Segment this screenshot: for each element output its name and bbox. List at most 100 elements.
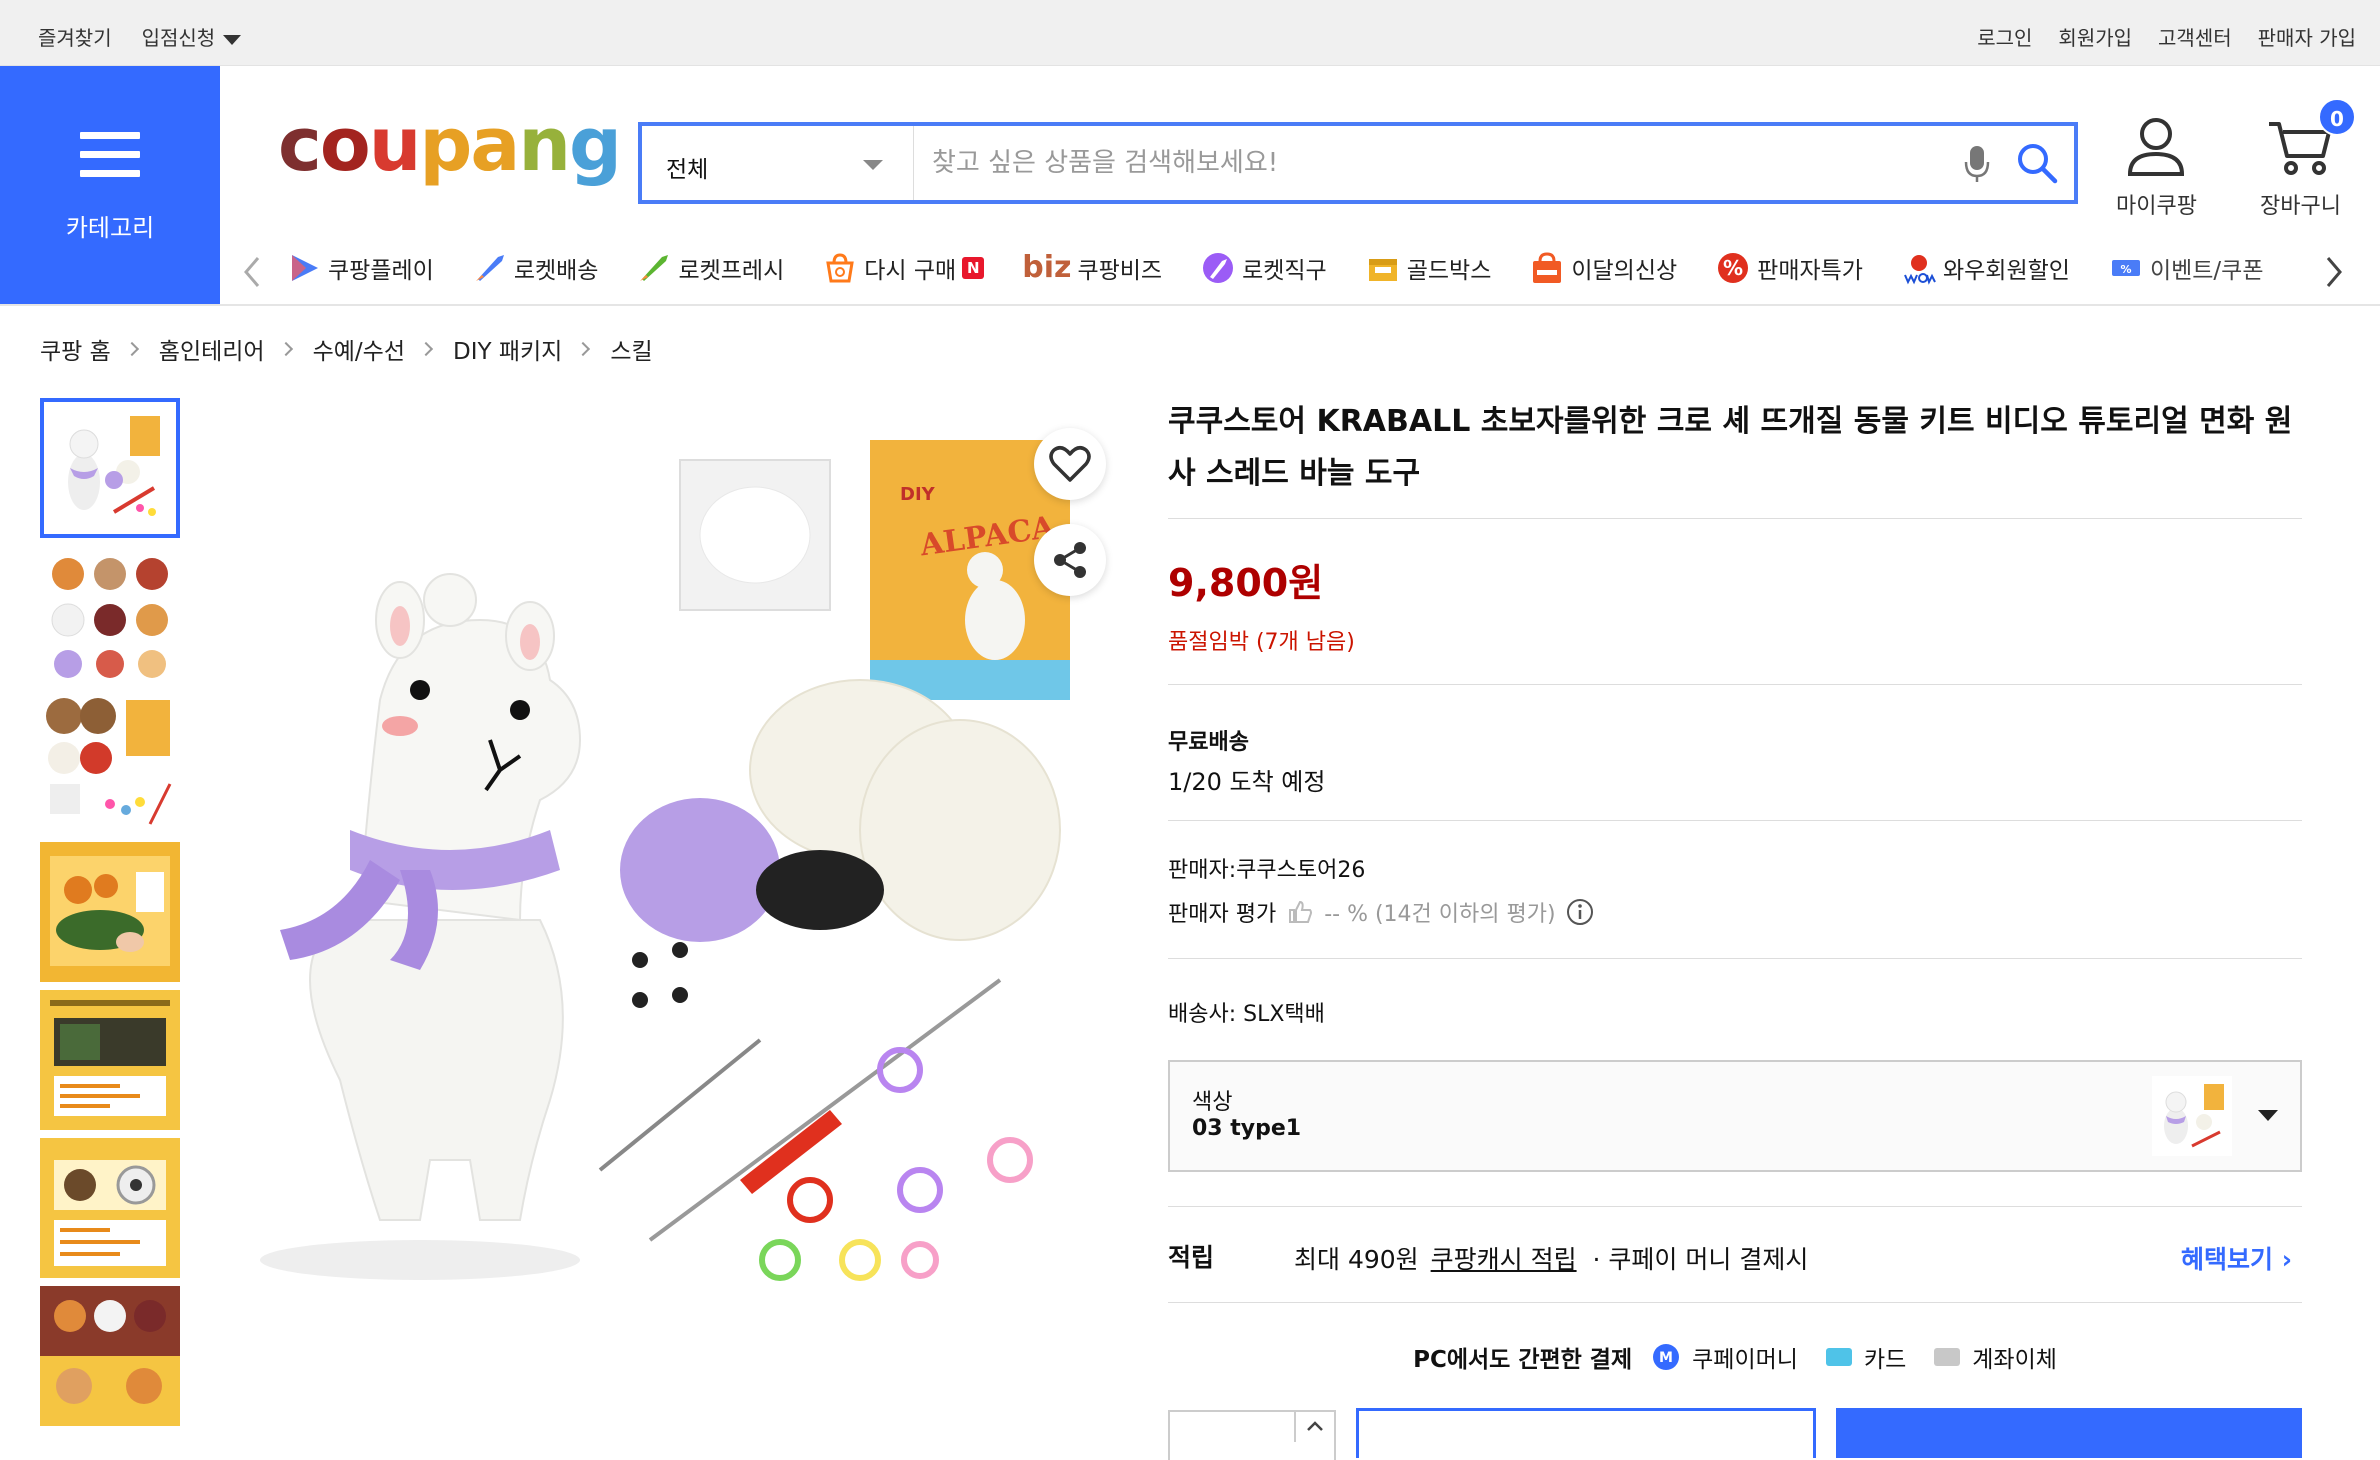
buy-now-button[interactable] [1836, 1408, 2302, 1458]
breadcrumb-item[interactable]: 수예/수선 [313, 332, 405, 366]
customer-center-link[interactable]: 고객센터 [2158, 22, 2232, 51]
bookmark-link[interactable]: 즐겨찾기 [38, 22, 112, 51]
breadcrumb-item[interactable]: DIY 패키지 [453, 332, 562, 366]
main-product-image[interactable]: DIY ALPACA [220, 400, 1120, 1320]
biz-icon: biz [1022, 250, 1072, 285]
mycoupang-button[interactable]: 마이쿠팡 [2116, 116, 2197, 220]
user-icon [2128, 118, 2185, 176]
thumbnail-5[interactable] [40, 990, 180, 1130]
product-thumbnail-image [40, 1286, 180, 1426]
nav-item-seller-deals[interactable]: % 판매자특가 [1715, 250, 1863, 285]
svg-text:%: % [1723, 256, 1743, 280]
nav-item-rocket-delivery[interactable]: 로켓배송 [472, 250, 599, 285]
payment-coupay-money: 쿠페이머니 [1692, 1347, 1798, 1373]
bank-transfer-icon [1934, 1348, 1961, 1366]
info-icon[interactable] [1566, 898, 1594, 926]
coupang-cash-link[interactable]: 쿠팡캐시 적립 [1431, 1245, 1577, 1274]
chevron-right-icon[interactable] [2320, 254, 2348, 290]
wishlist-button[interactable] [1034, 428, 1106, 500]
stock-notice: 품절임박 (7개 남음) [1168, 630, 1355, 655]
benefits-link[interactable]: 혜택보기 › [2181, 1240, 2292, 1276]
seller-signup-link[interactable]: 판매자 가입 [2258, 22, 2356, 51]
share-button[interactable] [1034, 524, 1106, 596]
seller-apply-dropdown[interactable]: 입점신청 [142, 22, 242, 51]
search-category-value: 전체 [666, 157, 709, 183]
seller-apply-label: 입점신청 [141, 26, 216, 50]
thumbnail-6[interactable] [40, 1138, 180, 1278]
chevron-left-icon[interactable] [238, 254, 266, 290]
divider [1168, 958, 2302, 959]
payment-methods: PC에서도 간편한 결제 M 쿠페이머니 카드 계좌이체 [1168, 1340, 2302, 1374]
divider [1168, 1206, 2302, 1207]
category-menu-button[interactable]: 카테고리 [0, 66, 220, 304]
thumbnail-7[interactable] [40, 1286, 180, 1426]
divider [1168, 518, 2302, 519]
nav-label: 판매자특가 [1757, 257, 1863, 284]
thumbnail-4[interactable] [40, 842, 180, 982]
percent-icon: % [1718, 252, 1749, 283]
option-thumbnail-image [2152, 1076, 2232, 1156]
nav-label: 이벤트/쿠폰 [2149, 257, 2264, 284]
chevron-down-icon [863, 160, 883, 170]
thumbnail-1[interactable] [40, 398, 180, 538]
nav-item-rocket-global[interactable]: 로켓직구 [1200, 250, 1327, 285]
svg-text:M: M [1659, 1350, 1673, 1366]
chevron-down-icon [2258, 1110, 2278, 1121]
chevron-right-icon [124, 341, 139, 357]
nav-label: 이달의신상 [1571, 257, 1678, 284]
nav-item-rebuy[interactable]: 다시 구매 N [822, 250, 985, 285]
seller-name[interactable]: 판매자:쿠쿠스토어26 [1168, 852, 1365, 884]
nav-label: 로켓직구 [1242, 257, 1327, 284]
signup-link[interactable]: 회원가입 [2058, 22, 2132, 51]
coupang-logo[interactable]: coupang [278, 108, 622, 182]
nav-label: 로켓배송 [513, 257, 599, 284]
seller-rating-label: 판매자 평가 [1168, 902, 1277, 927]
goldbox-icon [1368, 258, 1397, 281]
thumbnail-2[interactable] [40, 546, 180, 686]
breadcrumb-item[interactable]: 쿠팡 홈 [40, 332, 111, 366]
product-thumbnail-image [40, 694, 180, 834]
chevron-right-icon [418, 341, 434, 357]
chevron-right-icon [278, 341, 293, 357]
nav-item-wow-discount[interactable]: 와우회원할인 [1901, 250, 2070, 285]
search-bar: 전체 [638, 122, 2078, 204]
nav-item-rocket-fresh[interactable]: 로켓프레시 [636, 250, 784, 285]
quantity-stepper[interactable] [1168, 1410, 1336, 1460]
new-badge: N [962, 256, 985, 279]
coupay-money-icon: M [1653, 1344, 1680, 1370]
wow-icon [1902, 254, 1936, 285]
breadcrumb-item[interactable]: 스킬 [610, 332, 652, 366]
chevron-up-icon [1307, 1421, 1323, 1431]
nav-item-new-arrivals[interactable]: 이달의신상 [1529, 250, 1677, 285]
search-input[interactable] [932, 140, 1932, 186]
logo-letter: o [319, 102, 371, 188]
quantity-increase-button[interactable] [1294, 1412, 1334, 1442]
product-thumbnail-image [40, 546, 180, 686]
search-icon[interactable] [2014, 140, 2060, 186]
svg-text:%: % [2120, 263, 2131, 276]
caret-down-icon [223, 34, 242, 45]
arrival-date: 1/20 도착 예정 [1168, 768, 1326, 796]
microphone-icon[interactable] [1962, 144, 1992, 184]
payment-title: PC에서도 간편한 결제 [1413, 1347, 1633, 1373]
rebuy-icon [826, 252, 855, 282]
reward-label: 적립 [1168, 1243, 1215, 1272]
product-thumbnail-image [40, 1138, 180, 1278]
nav-item-coupang-play[interactable]: 쿠팡플레이 [286, 250, 434, 285]
color-option-select[interactable]: 색상 03 type1 [1168, 1060, 2302, 1172]
breadcrumb-item[interactable]: 홈인테리어 [159, 332, 265, 366]
nav-item-events-coupons[interactable]: % 이벤트/쿠폰 [2108, 250, 2264, 285]
login-link[interactable]: 로그인 [1977, 22, 2032, 51]
thumbnail-3[interactable] [40, 694, 180, 834]
nav-item-goldbox[interactable]: 골드박스 [1365, 250, 1491, 285]
rocket-fresh-icon [640, 254, 669, 281]
divider [1168, 820, 2302, 821]
logo-letter: a [470, 102, 520, 188]
divider [1168, 1302, 2302, 1303]
global-rocket-icon [1203, 252, 1234, 283]
add-to-cart-button[interactable] [1356, 1408, 1816, 1458]
box-small-text: DIY [900, 484, 936, 505]
payment-bank-transfer: 계좌이체 [1972, 1347, 2057, 1373]
nav-item-coupang-biz[interactable]: biz 쿠팡비즈 [1022, 250, 1162, 285]
search-category-select[interactable]: 전체 [642, 126, 914, 200]
